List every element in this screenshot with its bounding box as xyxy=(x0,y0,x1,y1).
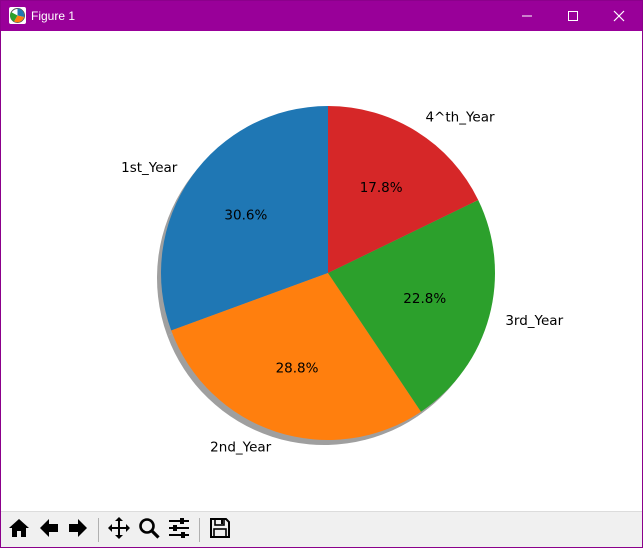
slice-percent-label: 28.8% xyxy=(276,360,319,376)
matplotlib-figure-icon xyxy=(9,7,26,24)
navigation-toolbar xyxy=(1,511,642,547)
toolbar-separator xyxy=(199,518,200,542)
zoom-button[interactable] xyxy=(135,516,163,544)
zoom-magnifier-icon xyxy=(137,516,161,544)
figure-window: Figure 1 1st_Year 30.6% 2nd_Year 28.8% 3rd_Y… xyxy=(0,0,643,548)
slice-label: 2nd_Year xyxy=(210,440,271,456)
slice-percent-label: 30.6% xyxy=(224,208,267,224)
toolbar-separator xyxy=(98,518,99,542)
slice-label: 3rd_Year xyxy=(505,313,563,329)
close-icon xyxy=(613,7,625,26)
slice-percent-label: 17.8% xyxy=(360,180,403,196)
forward-button[interactable] xyxy=(64,516,92,544)
back-arrow-icon xyxy=(37,516,61,544)
pie-chart: 1st_Year 30.6% 2nd_Year 28.8% 3rd_Year 22.8% 4… xyxy=(121,106,564,456)
title-bar[interactable]: Figure 1 xyxy=(1,1,642,31)
forward-arrow-icon xyxy=(66,516,90,544)
save-button[interactable] xyxy=(206,516,234,544)
home-button[interactable] xyxy=(5,516,33,544)
maximize-icon xyxy=(567,7,579,26)
configure-subplots-button[interactable] xyxy=(165,516,193,544)
maximize-button[interactable] xyxy=(550,1,596,31)
home-icon xyxy=(7,516,31,544)
window-title: Figure 1 xyxy=(31,9,76,23)
slice-label: 1st_Year xyxy=(121,160,178,176)
minimize-button[interactable] xyxy=(504,1,550,31)
minimize-icon xyxy=(521,7,533,26)
save-floppy-icon xyxy=(208,516,232,544)
pan-button[interactable] xyxy=(105,516,133,544)
slice-label: 4^th_Year xyxy=(425,109,495,125)
configure-subplots-icon xyxy=(167,516,191,544)
back-button[interactable] xyxy=(35,516,63,544)
pan-move-icon xyxy=(107,516,131,544)
slice-percent-label: 22.8% xyxy=(403,291,446,307)
close-button[interactable] xyxy=(596,1,642,31)
figure-canvas[interactable]: 1st_Year 30.6% 2nd_Year 28.8% 3rd_Year 22.8% 4… xyxy=(1,31,642,511)
